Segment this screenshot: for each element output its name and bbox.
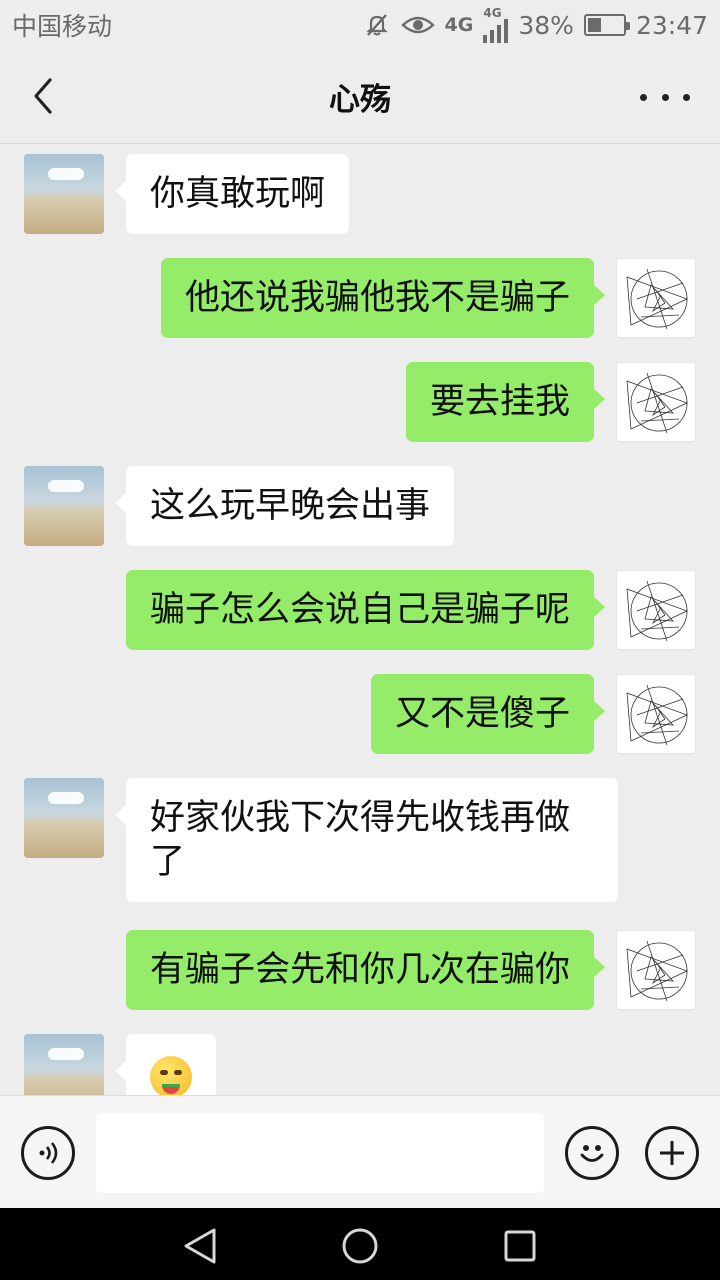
message-bubble[interactable]: 要去挂我	[405, 362, 606, 442]
chevron-left-icon	[34, 78, 52, 114]
system-nav-bar	[0, 1208, 720, 1280]
mute-icon	[363, 11, 391, 39]
my-avatar[interactable]	[616, 930, 696, 1010]
message-list[interactable]: 你真敢玩啊 他还说我骗他我不是骗子 要去挂我 这么玩早晚会出事 骗子怎么会说自己…	[0, 145, 720, 1095]
nav-back-button[interactable]	[180, 1226, 220, 1266]
status-icons: 4G 4G 38% 23:47	[363, 7, 708, 43]
nav-recent-icon	[504, 1230, 536, 1262]
nav-home-icon	[342, 1228, 378, 1264]
contact-avatar[interactable]	[24, 778, 104, 858]
message-bubble[interactable]	[115, 1034, 216, 1095]
chat-title: 心殇	[329, 82, 391, 118]
message-incoming: 这么玩早晚会出事	[24, 466, 455, 546]
more-dots-icon	[640, 93, 647, 101]
message-bubble[interactable]: 骗子怎么会说自己是骗子呢	[125, 570, 606, 650]
nav-recent-button[interactable]	[500, 1226, 540, 1266]
message-bubble[interactable]: 好家伙我下次得先收钱再做了	[115, 778, 618, 902]
eye-comfort-icon	[400, 13, 435, 37]
nav-back-icon	[184, 1228, 216, 1264]
watermelon-eating-emoji	[150, 1056, 192, 1095]
my-avatar[interactable]	[616, 570, 696, 650]
voice-button[interactable]	[21, 1126, 75, 1180]
nav-home-button[interactable]	[340, 1226, 380, 1266]
my-avatar[interactable]	[616, 674, 696, 754]
message-input[interactable]	[96, 1113, 544, 1193]
signal-icon: 4G	[483, 6, 509, 43]
network-type-small: 4G	[483, 6, 502, 20]
contact-avatar[interactable]	[24, 466, 104, 546]
message-bubble[interactable]: 有骗子会先和你几次在骗你	[125, 930, 606, 1010]
message-incoming: 你真敢玩啊	[24, 154, 350, 234]
carrier-label: 中国移动	[12, 12, 113, 41]
emoji-button[interactable]	[565, 1126, 619, 1180]
plus-icon	[660, 1141, 684, 1165]
message-bubble[interactable]: 他还说我骗他我不是骗子	[160, 258, 606, 338]
plus-button[interactable]	[645, 1126, 699, 1180]
chat-header: 心殇	[0, 50, 720, 144]
message-outgoing: 他还说我骗他我不是骗子	[160, 258, 696, 338]
my-avatar[interactable]	[616, 258, 696, 338]
message-outgoing: 有骗子会先和你几次在骗你	[125, 930, 696, 1010]
network-type-label: 4G	[444, 13, 474, 36]
contact-avatar[interactable]	[24, 154, 104, 234]
message-bubble[interactable]: 这么玩早晚会出事	[114, 466, 455, 546]
message-incoming: 好家伙我下次得先收钱再做了	[24, 778, 618, 902]
battery-icon	[583, 14, 630, 36]
clock: 23:47	[635, 10, 708, 40]
voice-icon	[39, 1142, 58, 1164]
more-dot	[683, 93, 690, 101]
message-outgoing: 又不是傻子	[370, 674, 696, 754]
smiley-icon	[580, 1145, 604, 1162]
more-dot	[661, 93, 669, 101]
message-bubble[interactable]: 又不是傻子	[370, 674, 606, 754]
my-avatar[interactable]	[616, 362, 696, 442]
battery-percent: 38%	[518, 10, 574, 40]
contact-avatar[interactable]	[24, 1034, 104, 1095]
message-outgoing: 骗子怎么会说自己是骗子呢	[125, 570, 696, 650]
more-button[interactable]	[640, 80, 690, 114]
message-bubble[interactable]: 你真敢玩啊	[114, 154, 350, 234]
input-bar	[0, 1095, 720, 1208]
message-outgoing: 要去挂我	[405, 362, 696, 442]
back-button[interactable]	[22, 76, 62, 116]
status-bar: 中国移动 4G 4G 38% 23:47	[0, 0, 720, 50]
message-incoming	[24, 1034, 216, 1095]
